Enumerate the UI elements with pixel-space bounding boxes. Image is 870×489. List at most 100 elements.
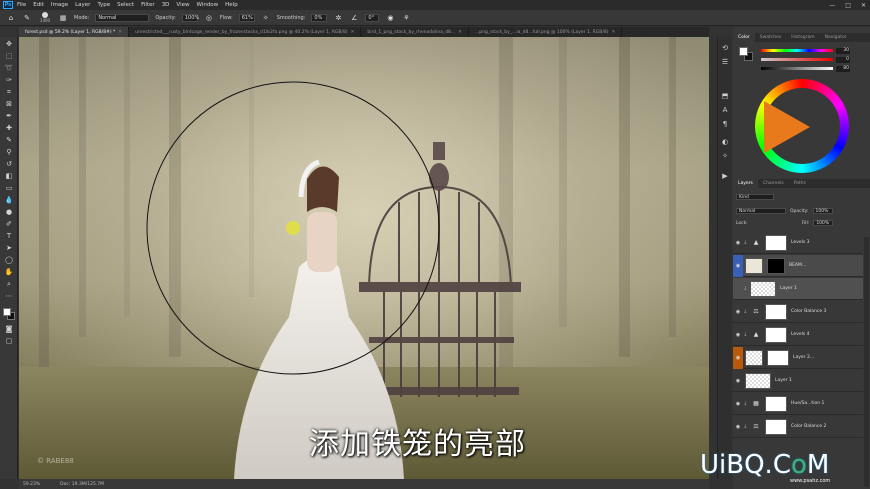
brush-tool-icon[interactable]: ✎ xyxy=(22,13,32,23)
eye-icon[interactable]: ◉ xyxy=(733,378,743,384)
quick-select-tool-icon[interactable]: ✑ xyxy=(3,75,15,85)
menu-select[interactable]: Select xyxy=(117,2,134,8)
eye-icon[interactable]: ◉ xyxy=(733,346,743,369)
layer-row-color-balance-2[interactable]: ◉ ↓ ⚖ Color Balance 2 xyxy=(733,416,863,438)
layer-filter-select[interactable]: Kind xyxy=(736,194,774,200)
frame-tool-icon[interactable]: ⊠ xyxy=(3,99,15,109)
angle-field[interactable]: 0° xyxy=(365,13,380,22)
brightness-value[interactable]: 80 xyxy=(836,65,850,72)
menu-file[interactable]: File xyxy=(17,2,26,8)
menu-filter[interactable]: Filter xyxy=(141,2,155,8)
layers-scrollbar[interactable] xyxy=(864,237,869,487)
smoothing-field[interactable]: 0% xyxy=(311,13,328,22)
styles-icon[interactable]: ✧ xyxy=(720,151,730,161)
eye-icon[interactable]: ◉ xyxy=(733,309,743,315)
layer-row-levels-3[interactable]: ◉ ↓ ▲ Levels 3 xyxy=(733,232,863,254)
close-button[interactable]: ✕ xyxy=(861,2,866,9)
foreground-color-swatch[interactable] xyxy=(3,308,11,316)
pressure-opacity-icon[interactable]: ◎ xyxy=(204,13,214,23)
eye-icon[interactable]: ◉ xyxy=(733,254,743,277)
pen-tool-icon[interactable]: ✐ xyxy=(3,219,15,229)
brush-preset-picker[interactable]: 1400 xyxy=(38,11,52,24)
document-canvas[interactable]: 添加铁笼的亮部 © RABE88 xyxy=(19,37,709,479)
gradient-tool-icon[interactable]: ▭ xyxy=(3,183,15,193)
layer-row-color-balance-3[interactable]: ◉ ↓ ⚖ Color Balance 3 xyxy=(733,301,863,323)
menu-help[interactable]: Help xyxy=(225,2,238,8)
tab-histogram[interactable]: Histogram xyxy=(786,33,819,42)
saturation-slider[interactable] xyxy=(761,58,833,61)
brightness-slider[interactable] xyxy=(761,67,833,70)
paragraph-icon[interactable]: ¶ xyxy=(720,119,730,129)
more-tools-icon[interactable]: ⋯ xyxy=(3,291,15,301)
eye-icon[interactable]: ◉ xyxy=(733,424,743,430)
type-tool-icon[interactable]: T xyxy=(3,231,15,241)
hue-value[interactable]: 30 xyxy=(836,47,850,54)
tab-channels[interactable]: Channels xyxy=(758,179,789,188)
hand-tool-icon[interactable]: ✋ xyxy=(3,267,15,277)
menu-type[interactable]: Type xyxy=(97,2,110,8)
dodge-tool-icon[interactable]: ● xyxy=(3,207,15,217)
saturation-value[interactable]: 0 xyxy=(836,56,850,63)
brush-tool-icon[interactable]: ✎ xyxy=(3,135,15,145)
layer-mask-thumb[interactable] xyxy=(765,234,787,251)
shape-tool-icon[interactable]: ◯ xyxy=(3,255,15,265)
layer-thumb[interactable] xyxy=(745,349,763,366)
layer-fill-field[interactable]: 100% xyxy=(813,220,834,226)
tab-swatches[interactable]: Swatches xyxy=(755,33,787,42)
eye-icon[interactable]: ◉ xyxy=(733,240,743,246)
close-icon[interactable]: ✕ xyxy=(612,30,616,35)
history-brush-icon[interactable]: ↺ xyxy=(3,159,15,169)
menu-window[interactable]: Window xyxy=(196,2,218,8)
path-select-tool-icon[interactable]: ➤ xyxy=(3,243,15,253)
tab-bird[interactable]: bird_1_png_stock_by_rhenadolina_d8... ✕ xyxy=(361,27,469,37)
tab-paths[interactable]: Paths xyxy=(789,179,811,188)
zoom-tool-icon[interactable]: ⌕ xyxy=(3,279,15,289)
layer-mask-thumb[interactable] xyxy=(767,257,785,274)
close-icon[interactable]: ✕ xyxy=(458,30,462,35)
layer-mask-thumb[interactable] xyxy=(765,395,787,412)
color-panel-swatches[interactable] xyxy=(739,47,753,61)
layer-thumb[interactable] xyxy=(745,372,771,389)
crop-tool-icon[interactable]: ⌗ xyxy=(3,87,15,97)
flow-field[interactable]: 61% xyxy=(238,13,255,22)
menu-layer[interactable]: Layer xyxy=(75,2,90,8)
close-icon[interactable]: ✕ xyxy=(351,30,355,35)
eye-icon[interactable]: ◉ xyxy=(733,401,743,407)
tab-navigator[interactable]: Navigator xyxy=(820,33,852,42)
character-icon[interactable]: A xyxy=(720,105,730,115)
menu-view[interactable]: View xyxy=(176,2,189,8)
maximize-button[interactable]: □ xyxy=(845,2,851,9)
layer-thumb[interactable] xyxy=(750,280,776,297)
layer-row-beam[interactable]: ◉ BEAM... xyxy=(733,254,863,277)
history-icon[interactable]: ⟲ xyxy=(720,43,730,53)
layer-row-layer-1-active[interactable]: ↓ Layer 1 xyxy=(733,278,863,300)
marquee-tool-icon[interactable]: ⬚ xyxy=(3,51,15,61)
actions-icon[interactable]: ▶ xyxy=(720,171,730,181)
home-icon[interactable]: ⌂ xyxy=(6,13,16,23)
layer-row-levels-4[interactable]: ◉ ↓ ▲ Levels 4 xyxy=(733,324,863,346)
minimize-button[interactable]: — xyxy=(829,2,835,9)
layer-opacity-field[interactable]: 100% xyxy=(812,208,833,214)
move-tool-icon[interactable]: ✥ xyxy=(3,39,15,49)
tab-layers[interactable]: Layers xyxy=(733,179,758,188)
tab-fullview[interactable]: ...png_stock_by_...ia_d8...full.png @ 10… xyxy=(469,27,623,37)
brush-settings-icon[interactable]: ▦ xyxy=(58,13,68,23)
properties-icon[interactable]: ☰ xyxy=(720,57,730,67)
libraries-icon[interactable]: ⬒ xyxy=(720,91,730,101)
layer-thumb[interactable] xyxy=(745,257,763,274)
color-triangle[interactable] xyxy=(764,101,810,153)
layer-mask-thumb[interactable] xyxy=(765,418,787,435)
blur-tool-icon[interactable]: 💧 xyxy=(3,195,15,205)
menu-image[interactable]: Image xyxy=(51,2,68,8)
menu-3d[interactable]: 3D xyxy=(162,2,170,8)
tab-forest[interactable]: forest.psd @ 59.2% (Layer 1, RGB/8#) * ✕ xyxy=(19,27,130,37)
layer-row-layer-1[interactable]: ◉ Layer 1 xyxy=(733,370,863,392)
blend-mode-select[interactable]: Normal xyxy=(736,208,786,214)
mode-select[interactable]: Normal xyxy=(95,13,150,22)
eye-icon[interactable]: ◉ xyxy=(733,332,743,338)
screen-mode-icon[interactable]: ▢ xyxy=(3,336,15,346)
zoom-level[interactable]: 59.23% xyxy=(23,482,40,487)
menu-edit[interactable]: Edit xyxy=(33,2,44,8)
hue-slider[interactable] xyxy=(761,49,833,52)
layer-mask-thumb[interactable] xyxy=(765,326,787,343)
